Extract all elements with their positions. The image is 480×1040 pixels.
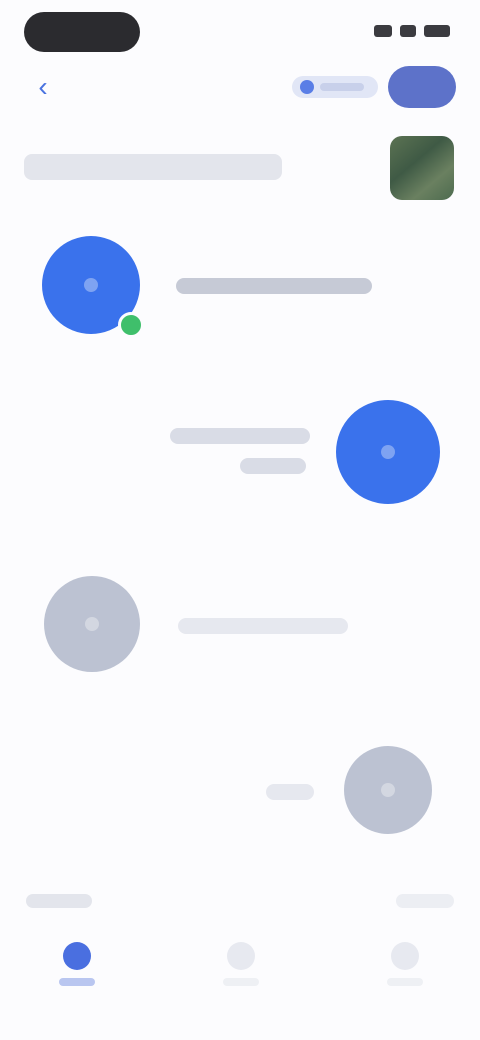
wifi-icon xyxy=(400,25,416,37)
page-title xyxy=(24,154,282,180)
profile-icon xyxy=(391,942,419,970)
search-icon xyxy=(227,942,255,970)
tab-home[interactable] xyxy=(42,942,112,1012)
avatar xyxy=(336,400,440,504)
user-icon xyxy=(381,783,395,797)
header xyxy=(0,128,480,214)
user-icon xyxy=(84,278,98,292)
tab-profile[interactable] xyxy=(370,942,440,1012)
message-text xyxy=(176,278,372,294)
signal-icon xyxy=(374,25,392,37)
message-text xyxy=(266,784,314,800)
list-item[interactable] xyxy=(0,738,480,848)
list-item[interactable] xyxy=(0,566,480,696)
message-text xyxy=(170,428,310,444)
user-icon xyxy=(300,80,314,94)
user-icon xyxy=(381,445,395,459)
home-icon xyxy=(63,942,91,970)
list-item[interactable] xyxy=(0,392,480,522)
back-button[interactable]: ‹ xyxy=(28,71,58,102)
avatar xyxy=(344,746,432,834)
top-bar: ‹ xyxy=(0,62,480,112)
tab-search[interactable] xyxy=(206,942,276,1012)
status-icons xyxy=(374,22,450,40)
tab-home-label xyxy=(59,978,95,986)
account-pill[interactable] xyxy=(292,76,378,98)
app-screen: ‹ xyxy=(0,0,480,1040)
tab-search-label xyxy=(223,978,259,986)
dynamic-island xyxy=(24,12,140,52)
footer-link-right[interactable] xyxy=(396,894,454,908)
user-icon xyxy=(85,617,99,631)
tab-bar xyxy=(0,920,480,1040)
footer-link-left[interactable] xyxy=(26,894,92,908)
photo-thumbnail[interactable] xyxy=(390,136,454,200)
message-text-secondary xyxy=(240,458,306,474)
footer-row xyxy=(0,886,480,916)
online-status-icon xyxy=(118,312,144,338)
tab-profile-label xyxy=(387,978,423,986)
message-text xyxy=(178,618,348,634)
status-bar xyxy=(0,0,480,60)
account-pill-label xyxy=(320,83,364,91)
chevron-left-icon: ‹ xyxy=(38,71,48,102)
list-item[interactable] xyxy=(0,226,480,356)
avatar xyxy=(44,576,140,672)
battery-icon xyxy=(424,25,450,37)
primary-action-button[interactable] xyxy=(388,66,456,108)
